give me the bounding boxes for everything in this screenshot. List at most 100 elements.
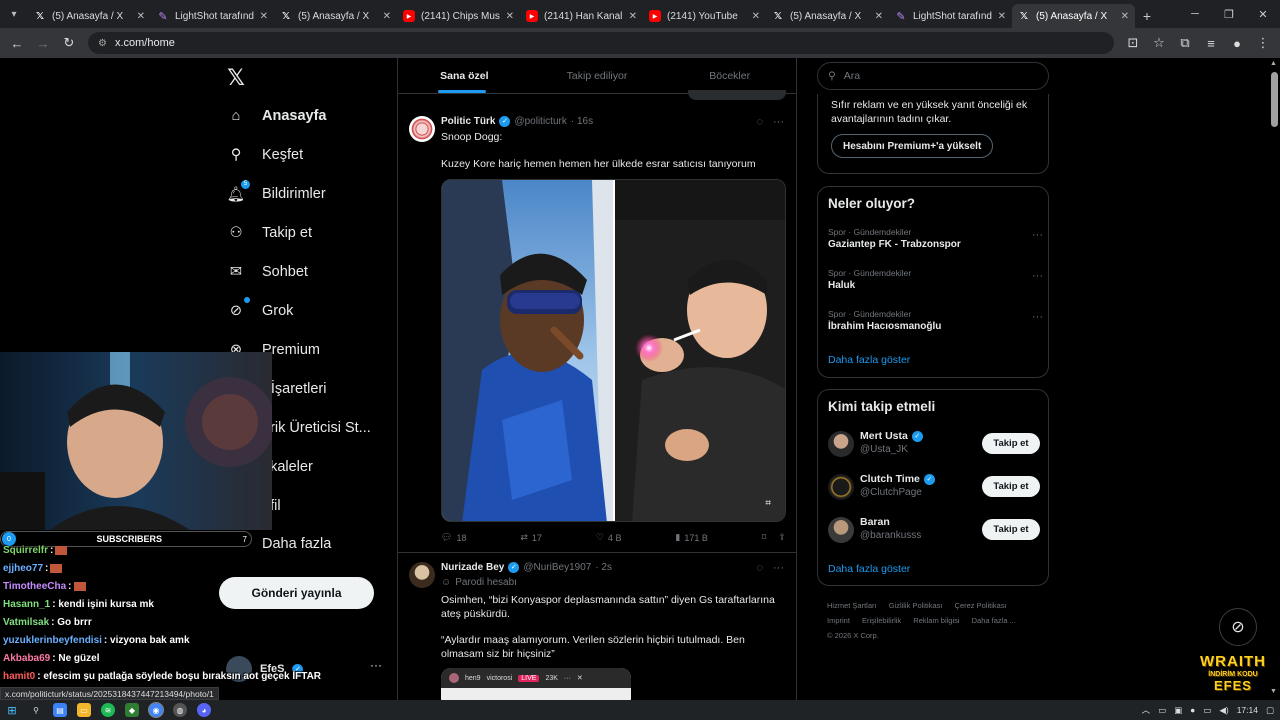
retweet-button[interactable]: ⇄ 17 — [520, 532, 542, 543]
browser-tab[interactable]: 𝕏 (5) Anasayfa / X ✕ — [766, 4, 889, 28]
follow-name[interactable]: Baran — [860, 516, 890, 528]
tray-app-icon[interactable]: ▣ — [1174, 705, 1182, 716]
tweet-more-icon[interactable]: ··· — [773, 116, 784, 128]
browser-tab[interactable]: 𝕏 (5) Anasayfa / X ✕ — [28, 4, 151, 28]
grok-explain-icon[interactable]: ◌ — [756, 562, 763, 574]
nav-follow[interactable]: ⚇ Takip et — [226, 223, 312, 243]
volume-icon[interactable]: ◀︎) — [1219, 705, 1228, 716]
nav-notifications[interactable]: 🔔︎ 5 Bildirimler — [226, 180, 326, 204]
tab-close-icon[interactable]: ✕ — [629, 11, 637, 22]
tweet-avatar[interactable] — [409, 562, 435, 588]
grok-image-icon[interactable]: ⌗ — [765, 498, 771, 509]
address-bar[interactable]: ⚙ x.com/home — [88, 32, 1114, 54]
app-icon[interactable]: ◆ — [125, 703, 139, 717]
tweet-embedded-media[interactable]: hen9 victorosi LIVE 23K ··· ✕ — [441, 668, 631, 700]
premium-upgrade-button[interactable]: Hesabını Premium+'a yükselt — [831, 134, 994, 158]
windows-start-icon[interactable]: ⊞ — [5, 703, 19, 717]
footer-link[interactable]: Reklam bilgisi — [913, 616, 959, 625]
tab-close-icon[interactable]: ✕ — [1121, 11, 1129, 22]
tweet-avatar[interactable] — [409, 116, 435, 142]
follow-button[interactable]: Takip et — [982, 433, 1040, 454]
footer-link[interactable]: Erişilebilirlik — [862, 616, 901, 625]
minimize-button[interactable]: ─ — [1178, 0, 1212, 28]
maximize-button[interactable]: ❐ — [1212, 0, 1246, 28]
reply-button[interactable]: 💬︎ 18 — [441, 532, 466, 543]
tab-bugs[interactable]: Böcekler — [663, 58, 796, 93]
tab-following[interactable]: Takip ediliyor — [531, 58, 664, 93]
tab-close-icon[interactable]: ✕ — [875, 11, 883, 22]
embedded-close-icon[interactable]: ✕ — [577, 674, 583, 682]
footer-link[interactable]: Çerez Politikası — [955, 601, 1007, 610]
show-posts-pill[interactable] — [688, 90, 786, 100]
nav-explore[interactable]: ⚲ Keşfet — [226, 145, 303, 165]
tweet-time[interactable]: · 2s — [595, 562, 612, 573]
nav-grok[interactable]: ⊘ Grok — [226, 297, 293, 321]
tray-expand-icon[interactable]: ︿ — [1142, 704, 1151, 716]
tab-search-button[interactable]: ▾ — [0, 0, 28, 28]
share-icon[interactable]: ⇪ — [778, 532, 786, 543]
tab-for-you[interactable]: Sana özel — [398, 58, 531, 93]
tweet-author-handle[interactable]: @NuriBey1907 — [523, 562, 591, 573]
like-button[interactable]: ♡ 4 B — [596, 532, 622, 543]
footer-link[interactable]: Gizlilik Politikası — [889, 601, 943, 610]
trend-more-icon[interactable]: ··· — [1032, 311, 1043, 323]
search-icon[interactable]: ⚲ — [29, 703, 43, 717]
footer-link[interactable]: Daha fazla ... — [972, 616, 1016, 625]
scrollbar-thumb[interactable] — [1271, 72, 1278, 127]
trend-item[interactable]: Spor · Gündemdekiler İbrahim Hacıosmanoğ… — [828, 309, 1043, 332]
grok-explain-icon[interactable]: ◌ — [756, 116, 763, 128]
file-explorer-icon[interactable]: ▭ — [77, 703, 91, 717]
trend-more-icon[interactable]: ··· — [1032, 229, 1043, 241]
footer-link[interactable]: Hizmet Şartları — [827, 601, 877, 610]
tweet[interactable]: Politic Türk ✓ @politicturk · 16s ◌ ··· … — [398, 108, 796, 553]
follow-button[interactable]: Takip et — [982, 519, 1040, 540]
embedded-more-icon[interactable]: ··· — [564, 675, 571, 682]
tab-close-icon[interactable]: ✕ — [506, 11, 514, 22]
chrome-icon[interactable]: ◉ — [148, 702, 164, 718]
browser-tab[interactable]: ✎ LightShot tarafından ✕ — [151, 4, 274, 28]
account-more-icon[interactable]: ··· — [370, 658, 382, 672]
obs-icon[interactable]: ◍ — [173, 703, 187, 717]
tweet-more-icon[interactable]: ··· — [773, 562, 784, 574]
discord-icon[interactable]: ◕ — [197, 703, 211, 717]
nav-chat[interactable]: ✉ Sohbet — [226, 262, 308, 282]
install-app-icon[interactable]: ⊡ — [1122, 32, 1144, 54]
nav-home[interactable]: ⌂ Anasayfa — [226, 106, 327, 126]
browser-menu-icon[interactable]: ⋮ — [1252, 32, 1274, 54]
browser-tab[interactable]: ▶ (2141) YouTube ✕ — [643, 4, 766, 28]
browser-tab[interactable]: 𝕏 (5) Anasayfa / X ✕ — [1012, 4, 1135, 28]
grok-fab-button[interactable]: ⊘ — [1219, 608, 1257, 646]
forward-button[interactable]: → — [32, 32, 54, 54]
new-tab-button[interactable]: + — [1135, 4, 1159, 28]
follow-name[interactable]: Clutch Time — [860, 473, 920, 485]
network-icon[interactable]: ▭ — [1203, 705, 1211, 716]
browser-tab[interactable]: 𝕏 (5) Anasayfa / X ✕ — [274, 4, 397, 28]
tweet-author-name[interactable]: Nurizade Bey — [441, 562, 504, 573]
site-info-icon[interactable]: ⚙ — [98, 38, 107, 49]
follow-avatar[interactable] — [828, 474, 854, 500]
browser-tab[interactable]: ▶ (2141) Han Kanal - H ✕ — [520, 4, 643, 28]
follow-suggestion[interactable]: Clutch Time ✓ @ClutchPage Takip et — [828, 472, 1040, 502]
tweet-photo[interactable]: ⌗ — [441, 179, 786, 522]
microphone-icon[interactable]: ● — [1190, 705, 1195, 715]
tray-app-icon[interactable]: ▭ — [1158, 705, 1166, 716]
follow-button[interactable]: Takip et — [982, 476, 1040, 497]
profile-icon[interactable]: ● — [1226, 32, 1248, 54]
tweet[interactable]: Nurizade Bey ✓ @NuriBey1907 · 2s ◌ ··· ☺… — [398, 554, 796, 700]
media-control-icon[interactable]: ≡ — [1200, 32, 1222, 54]
tab-close-icon[interactable]: ✕ — [383, 11, 391, 22]
extensions-icon[interactable]: ⧉ — [1174, 32, 1196, 54]
browser-tab[interactable]: ▶ (2141) Chips Musti - ✕ — [397, 4, 520, 28]
reload-button[interactable]: ↻ — [58, 32, 80, 54]
x-logo-icon[interactable]: 𝕏 — [225, 67, 247, 89]
tweet-author-name[interactable]: Politic Türk — [441, 116, 495, 127]
trend-more-icon[interactable]: ··· — [1032, 270, 1043, 282]
follow-show-more-link[interactable]: Daha fazla göster — [828, 563, 910, 575]
tab-close-icon[interactable]: ✕ — [752, 11, 760, 22]
trend-item[interactable]: Spor · Gündemdekiler Gaziantep FK - Trab… — [828, 227, 1043, 250]
views-button[interactable]: ▮ 171 B — [675, 532, 707, 543]
follow-avatar[interactable] — [828, 517, 854, 543]
tab-close-icon[interactable]: ✕ — [998, 11, 1006, 22]
browser-tab[interactable]: ✎ LightShot tarafından ✕ — [889, 4, 1012, 28]
trends-show-more-link[interactable]: Daha fazla göster — [828, 354, 910, 366]
